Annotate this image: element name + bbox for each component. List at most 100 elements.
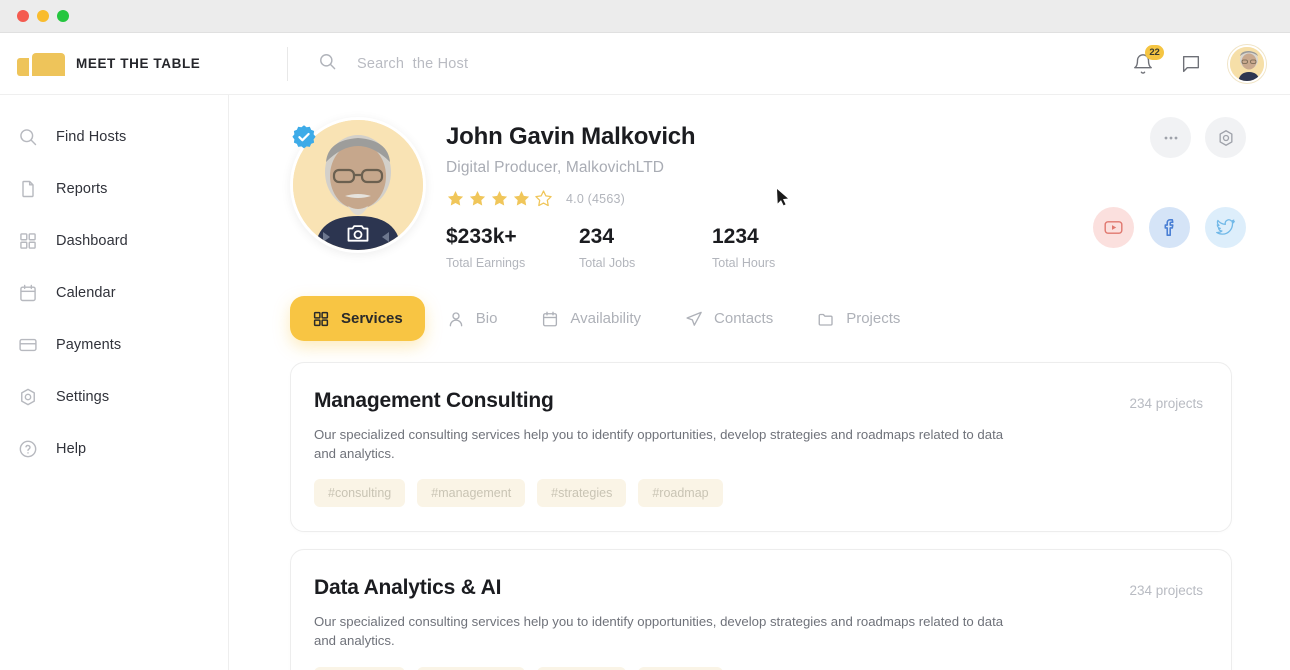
- profile-actions: [1150, 117, 1246, 158]
- profile-stats: $233k+ Total Earnings 234 Total Jobs 123…: [446, 225, 845, 270]
- service-project-count: 234 projects: [1129, 583, 1203, 599]
- calendar-icon: [18, 283, 38, 303]
- sidebar-item-dashboard[interactable]: Dashboard: [0, 215, 228, 267]
- star-icon-filled: [468, 189, 487, 208]
- profile-title: Digital Producer, MalkovichLTD: [446, 159, 665, 176]
- brand-logo[interactable]: MEET THE TABLE: [0, 33, 229, 95]
- sidebar-item-label: Settings: [56, 389, 110, 405]
- star-icon-filled: [490, 189, 509, 208]
- tag-chip[interactable]: #roadmap: [638, 479, 723, 508]
- calendar-icon: [541, 310, 559, 328]
- sidebar-item-reports[interactable]: Reports: [0, 163, 228, 215]
- traffic-lights: [17, 10, 69, 22]
- social-links: [1093, 207, 1246, 248]
- service-project-count: 234 projects: [1129, 396, 1203, 411]
- youtube-button[interactable]: [1093, 207, 1134, 248]
- sidebar-item-payments[interactable]: Payments: [0, 319, 228, 371]
- person-icon: [447, 310, 465, 328]
- service-card[interactable]: Management Consulting 234 projects Our s…: [290, 362, 1232, 533]
- search-input[interactable]: [357, 55, 777, 72]
- profile-name: John Gavin Malkovich: [446, 123, 696, 150]
- maximize-window-button[interactable]: [57, 10, 69, 22]
- stat-value: $233k+: [446, 225, 517, 248]
- service-title: Data Analytics & AI: [314, 576, 502, 600]
- credit-card-icon: [18, 335, 38, 355]
- brand-name: MEET THE TABLE: [76, 56, 201, 71]
- stat-caption: Total Jobs: [579, 256, 636, 270]
- header-actions: 22: [1132, 44, 1290, 83]
- question-circle-icon: [18, 439, 38, 459]
- star-icon-filled: [512, 189, 531, 208]
- sidebar-nav: Find Hosts Reports Dashboard Calendar Pa…: [0, 95, 229, 670]
- tab-availability[interactable]: Availability: [519, 296, 663, 341]
- sidebar-item-label: Payments: [56, 337, 122, 353]
- tab-services[interactable]: Services: [290, 296, 425, 341]
- sidebar-item-label: Calendar: [56, 285, 116, 301]
- service-title: Management Consulting: [314, 389, 554, 412]
- facebook-button[interactable]: [1149, 207, 1190, 248]
- service-card-header: Management Consulting 234 projects: [314, 389, 1203, 413]
- tag-chip[interactable]: #consulting: [314, 479, 406, 508]
- sidebar-item-help[interactable]: Help: [0, 423, 228, 475]
- stat-caption: Total Earnings: [446, 256, 526, 270]
- sidebar-item-label: Dashboard: [56, 233, 128, 249]
- profile-avatar-wrap: [290, 117, 426, 253]
- sidebar-item-label: Help: [56, 441, 87, 457]
- tab-label: Projects: [846, 310, 901, 327]
- service-tags: #consulting #management #strategies #roa…: [314, 479, 1203, 508]
- stat-caption: Total Hours: [712, 256, 776, 270]
- profile-header: John Gavin Malkovich Digital Producer, M…: [229, 95, 1290, 270]
- tab-bio[interactable]: Bio: [425, 296, 520, 341]
- star-icon-empty: [534, 189, 553, 208]
- tab-label: Availability: [570, 310, 642, 327]
- tab-label: Contacts: [714, 310, 774, 327]
- gear-icon: [1219, 129, 1232, 146]
- grid-icon: [312, 310, 330, 328]
- stat-total-jobs: 234 Total Jobs: [579, 225, 712, 270]
- send-icon: [685, 310, 703, 328]
- sidebar-item-settings[interactable]: Settings: [0, 371, 228, 423]
- stat-total-earnings: $233k+ Total Earnings: [446, 225, 579, 270]
- more-options-button[interactable]: [1150, 117, 1191, 158]
- service-card[interactable]: Data Analytics & AI 234 projects Our spe…: [290, 549, 1232, 670]
- sidebar-item-calendar[interactable]: Calendar: [0, 267, 228, 319]
- minimize-window-button[interactable]: [37, 10, 49, 22]
- tab-contacts[interactable]: Contacts: [663, 296, 795, 341]
- messages-button[interactable]: [1180, 53, 1202, 75]
- twitter-button[interactable]: [1205, 207, 1246, 248]
- notifications-button[interactable]: 22: [1132, 44, 1164, 75]
- service-description: Our specialized consulting services help…: [314, 427, 1004, 461]
- user-avatar[interactable]: [1228, 44, 1266, 83]
- profile-tabs: Services Bio Availability Contacts Proje…: [290, 296, 1290, 341]
- tab-projects[interactable]: Projects: [795, 296, 922, 341]
- stat-value: 234: [579, 225, 615, 248]
- bed-logo-icon: [17, 52, 65, 76]
- facebook-icon: [1164, 219, 1174, 236]
- service-description: Our specialized consulting services help…: [314, 614, 1004, 649]
- camera-icon[interactable]: [346, 222, 370, 249]
- folder-icon: [817, 310, 835, 328]
- stat-total-hours: 1234 Total Hours: [712, 225, 845, 270]
- gear-icon: [18, 387, 38, 407]
- tab-label: Bio: [475, 310, 498, 327]
- sidebar-item-label: Find Hosts: [56, 129, 127, 145]
- top-header-bar: MEET THE TABLE 22: [0, 33, 1290, 95]
- verified-badge-icon: [291, 124, 317, 150]
- mouse-cursor: [776, 188, 792, 213]
- chat-bubble-icon: [1182, 55, 1200, 72]
- sidebar-item-find-hosts[interactable]: Find Hosts: [0, 111, 228, 163]
- more-horizontal-icon: [1164, 136, 1177, 139]
- search-area: [288, 52, 1132, 76]
- avatar-face-icon: [1230, 46, 1264, 81]
- rating-text: 4.0 (4563): [566, 191, 625, 206]
- star-icon-filled: [446, 189, 465, 208]
- close-window-button[interactable]: [17, 10, 29, 22]
- tab-label: Services: [341, 310, 403, 327]
- tag-chip[interactable]: #strategies: [537, 479, 627, 508]
- tag-chip[interactable]: #management: [417, 479, 526, 508]
- service-card-header: Data Analytics & AI 234 projects: [314, 576, 1203, 600]
- profile-settings-button[interactable]: [1205, 117, 1246, 158]
- sidebar-item-label: Reports: [56, 181, 108, 197]
- window-titlebar: [0, 0, 1290, 33]
- search-icon: [18, 127, 38, 147]
